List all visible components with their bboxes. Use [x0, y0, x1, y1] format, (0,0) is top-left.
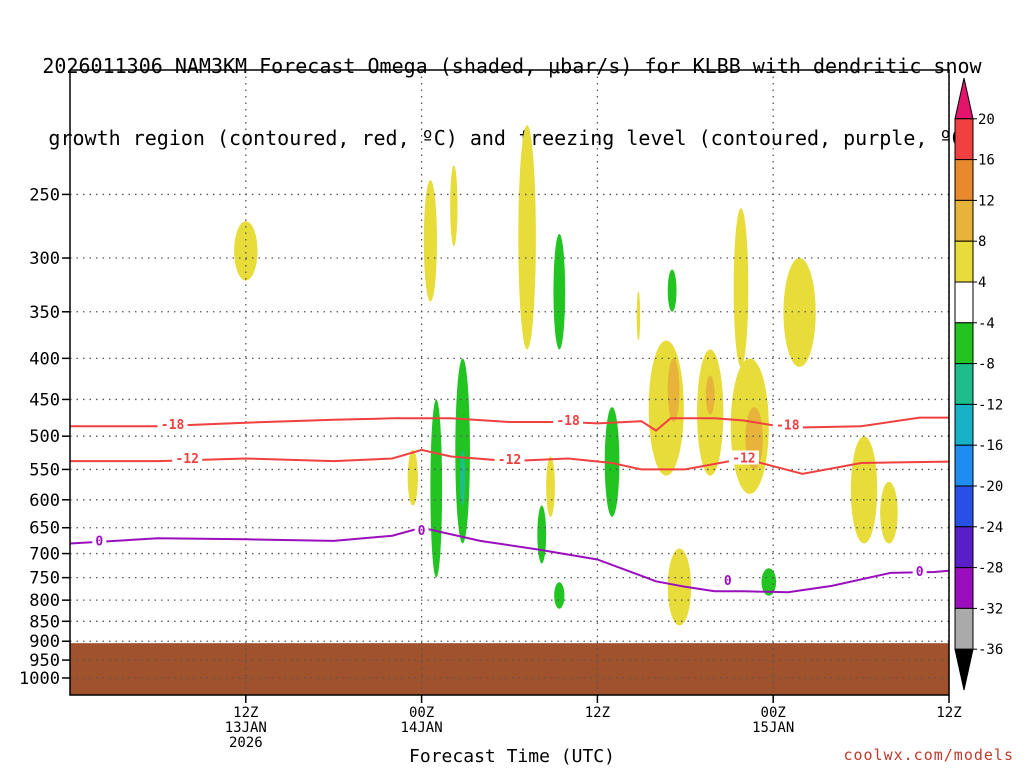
colorbar-cap-top [954, 77, 974, 120]
x-tick-label-42-0: 00Z [761, 705, 786, 721]
y-tick-label-650: 650 [29, 519, 60, 539]
omega-region-10 [733, 208, 749, 367]
omega-region-18 [430, 399, 443, 578]
isotherm-label-0-0: -18 [161, 418, 185, 433]
y-tick-label-850: 850 [29, 612, 60, 632]
isotherm-line-2 [70, 526, 949, 594]
isotherm-label-3-0: 0 [724, 574, 732, 589]
colorbar-segment-3 [954, 199, 974, 242]
colorbar-segment-8 [954, 403, 974, 446]
omega-region-1 [423, 180, 437, 302]
colorbar-segment-9 [954, 444, 974, 487]
y-tick-label-350: 350 [29, 303, 60, 323]
isotherm-label-0-1: -18 [556, 414, 580, 429]
omega-region-6 [636, 291, 641, 341]
omega-region-4 [407, 449, 418, 506]
omega-region-22 [537, 505, 547, 564]
omega-region-5 [546, 456, 555, 517]
x-tick-label-42-1: 15JAN [752, 720, 794, 736]
omega-region-15 [667, 358, 680, 422]
y-tick-label-300: 300 [29, 249, 60, 269]
ground-surface [70, 643, 949, 695]
omega-region-16 [705, 375, 715, 415]
colorbar-segment-13 [954, 607, 974, 650]
y-tick-label-400: 400 [29, 349, 60, 369]
colorbar-segment-1 [954, 118, 974, 161]
colorbar-label-12: -32 [978, 601, 1003, 617]
y-tick-label-550: 550 [29, 460, 60, 480]
colorbar-segment-2 [954, 159, 974, 201]
isotherm-label-2-2: 0 [916, 565, 924, 580]
source-credit: coolwx.com/models [843, 746, 1014, 764]
y-tick-label-700: 700 [29, 545, 60, 565]
omega-region-3 [518, 125, 536, 350]
x-tick-label-6-0: 12Z [233, 705, 258, 721]
y-tick-label-250: 250 [29, 185, 60, 205]
y-tick-label-500: 500 [29, 427, 60, 447]
y-tick-label-800: 800 [29, 591, 60, 611]
omega-region-14 [880, 481, 898, 544]
x-tick-label-6-1: 13JAN [225, 720, 267, 736]
colorbar-segment-11 [954, 526, 974, 569]
colorbar-label-1: 16 [978, 153, 995, 169]
y-tick-label-450: 450 [29, 390, 60, 410]
omega-time-height-chart: -18 -18 -18 -12 -12 -12 0 0 0 0 250 300 350 400 450 50… [19, 69, 1003, 751]
y-tick-label-1000: 1000 [19, 669, 60, 689]
colorbar-label-13: -36 [978, 642, 1003, 658]
x-tick-label-30-0: 12Z [585, 705, 610, 721]
y-tick-label-600: 600 [29, 491, 60, 511]
colorbar-segment-10 [954, 485, 974, 528]
colorbar-segment-7 [954, 363, 974, 405]
omega-region-11 [783, 258, 816, 367]
colorbar-label-7: -12 [978, 397, 1003, 413]
colorbar-segment-12 [954, 567, 974, 609]
colorbar-label-10: -24 [978, 520, 1003, 536]
x-tick-label-54-0: 12Z [936, 705, 961, 721]
colorbar-label-0: 20 [978, 112, 995, 128]
isotherm-label-2-1: 0 [418, 524, 426, 539]
isotherm-label-2-0: 0 [95, 534, 103, 549]
colorbar-segment-6 [954, 322, 974, 365]
colorbar-segment-5 [954, 281, 974, 324]
isotherm-label-1-0: -12 [175, 452, 198, 467]
omega-region-2 [450, 165, 458, 247]
plot-frame [69, 69, 950, 696]
isotherm-label-1-2: -12 [732, 451, 755, 466]
colorbar-label-8: -16 [978, 438, 1003, 454]
omega-region-24 [667, 269, 677, 312]
colorbar-cap-bottom [954, 648, 974, 691]
omega-region-20 [553, 233, 566, 350]
colorbar-label-6: -8 [978, 357, 995, 373]
colorbar-segment-4 [954, 240, 974, 283]
isotherm-label-1-1: -12 [498, 453, 521, 468]
x-tick-label-18-0: 00Z [409, 705, 434, 721]
isotherm-label-0-2: -18 [776, 419, 800, 434]
colorbar-label-9: -20 [978, 479, 1003, 495]
y-tick-label-750: 750 [29, 569, 60, 589]
isotherm-line-0 [70, 416, 949, 432]
omega-region-23 [554, 582, 565, 609]
y-tick-label-900: 900 [29, 632, 60, 652]
colorbar-label-11: -28 [978, 561, 1003, 577]
x-tick-label-18-1: 14JAN [401, 720, 443, 736]
colorbar-label-5: -4 [978, 316, 995, 332]
omega-region-7 [648, 340, 684, 476]
colorbar-label-3: 8 [978, 234, 986, 250]
colorbar-label-2: 12 [978, 193, 995, 209]
colorbar-label-4: 4 [978, 275, 986, 291]
